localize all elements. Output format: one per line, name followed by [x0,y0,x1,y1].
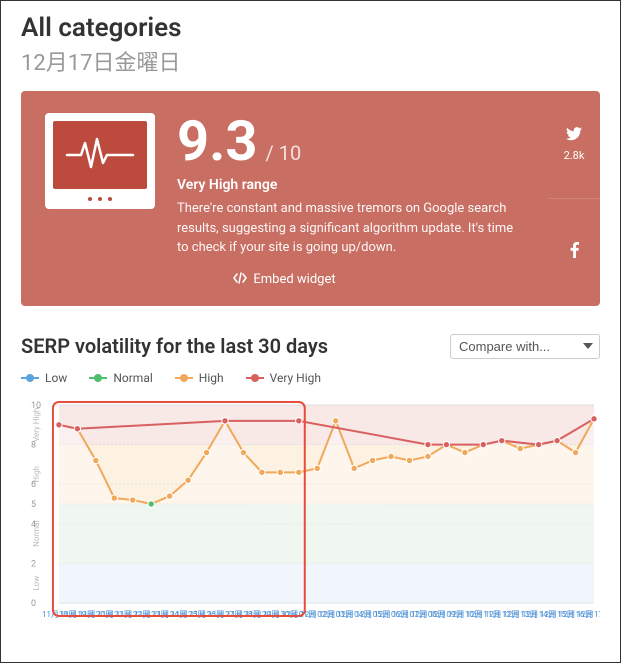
legend-low[interactable]: Low [21,371,67,385]
compare-select[interactable]: Compare with... [450,334,600,359]
twitter-count: 2.8k [564,149,585,162]
embed-widget-button[interactable]: Embed widget [45,258,524,290]
page-title: All categories [21,13,600,43]
score-number: 9.3 [177,113,258,169]
volatility-icon-box [45,113,155,209]
svg-text:10: 10 [31,400,41,410]
chart-legend: Low Normal High Very High [21,371,600,385]
legend-normal[interactable]: Normal [89,371,152,385]
twitter-icon [566,126,582,145]
volatility-chart[interactable]: LowNormalHighVery High0245681011月18日11月1… [21,399,600,623]
facebook-icon [570,242,579,262]
score-range-label: Very High range [177,177,524,193]
score-max: / 10 [266,141,302,165]
icon-dots [88,195,112,201]
svg-text:12月17日: 12月17日 [577,609,600,618]
svg-text:6: 6 [31,480,36,490]
heartbeat-icon [53,121,147,189]
svg-text:8: 8 [31,440,36,450]
score-card: 9.3 / 10 Very High range There're consta… [21,91,600,306]
facebook-share-button[interactable] [548,199,600,306]
social-column: 2.8k [548,91,600,306]
twitter-share-button[interactable]: 2.8k [548,91,600,199]
score-description: There're constant and massive tremors on… [177,199,524,258]
chart-title: SERP volatility for the last 30 days [21,334,328,358]
legend-high[interactable]: High [175,371,224,385]
svg-text:Very High: Very High [32,407,41,441]
page-date: 12月17日金曜日 [21,45,600,77]
code-icon [233,272,247,288]
svg-text:5: 5 [31,499,36,509]
svg-text:Low: Low [32,575,41,590]
svg-text:0: 0 [31,598,36,608]
embed-label: Embed widget [253,272,335,287]
svg-text:2: 2 [31,559,36,569]
legend-very-high[interactable]: Very High [246,371,321,385]
svg-text:4: 4 [31,519,36,529]
